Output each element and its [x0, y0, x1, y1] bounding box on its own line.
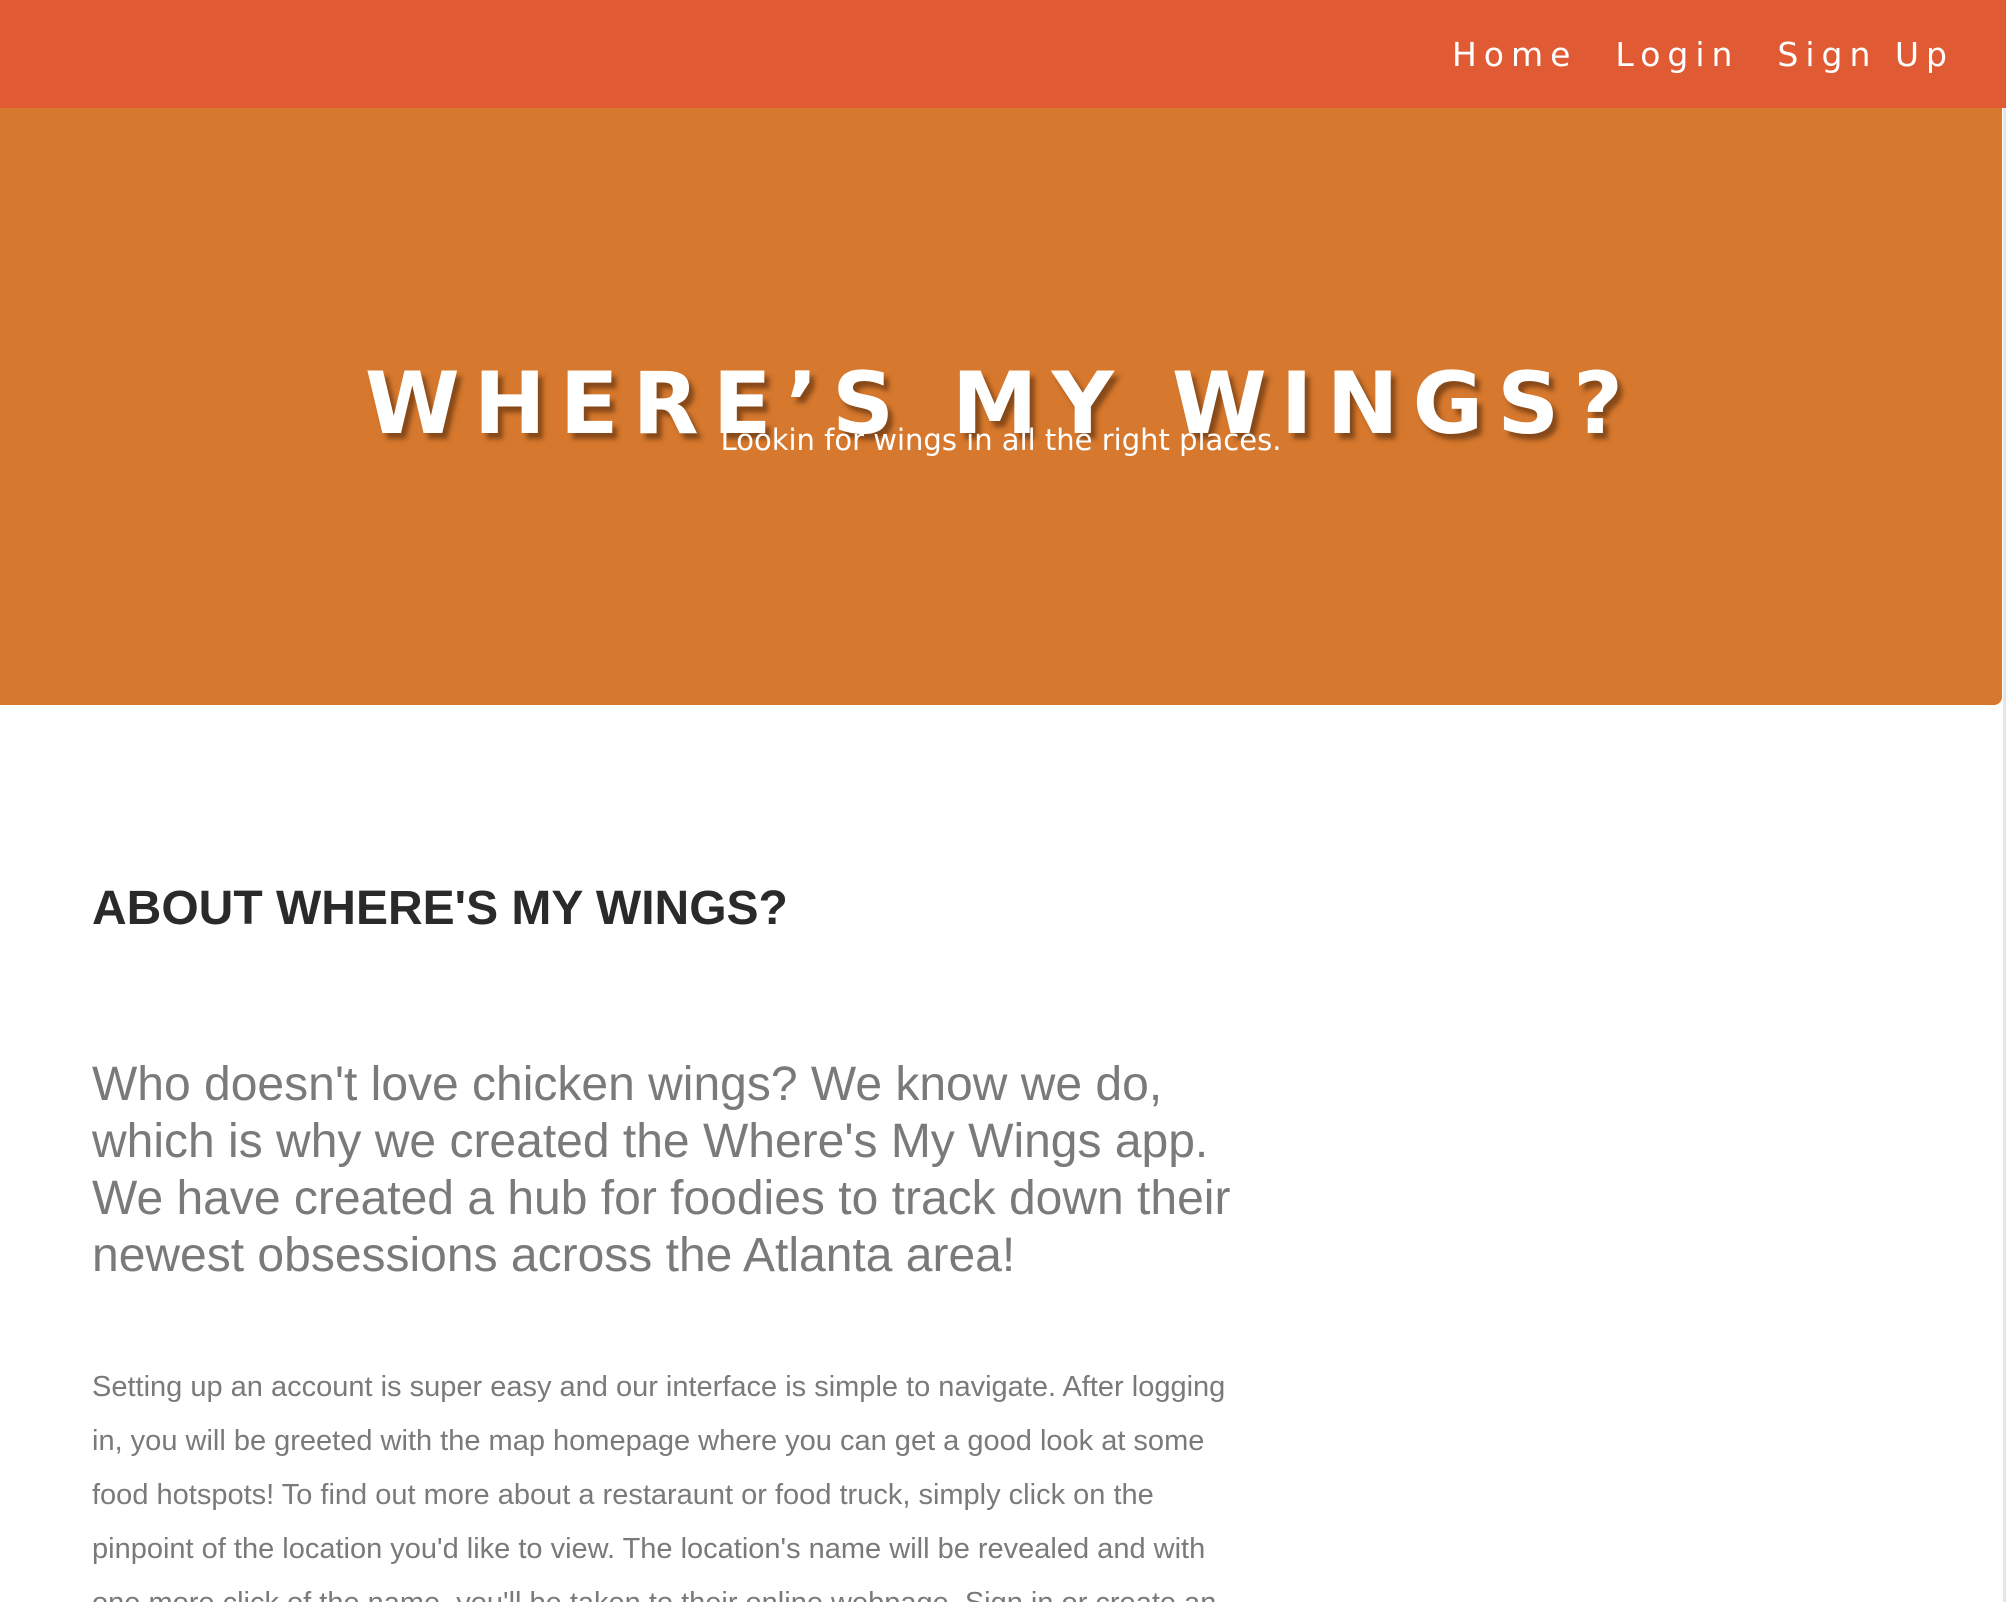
nav-links: Home Login Sign Up: [1452, 0, 1954, 108]
about-body-line: food hotspots! To find out more about a …: [92, 1479, 1154, 1511]
about-heading: ABOUT WHERE'S MY WINGS?: [92, 882, 788, 935]
top-navbar: Home Login Sign Up: [0, 0, 2006, 108]
about-body-line: one more click of the name, you'll be ta…: [92, 1576, 1292, 1602]
hero-banner: WHERE’S MY WINGS? Lookin for wings in al…: [0, 108, 2002, 705]
about-section: ABOUT WHERE'S MY WINGS? Who doesn't love…: [92, 880, 1292, 1602]
nav-link-sign-up[interactable]: Sign Up: [1777, 35, 1954, 74]
about-lead-line: Who doesn't love chicken wings? We know …: [92, 1058, 1163, 1111]
about-body-line: in, you will be greeted with the map hom…: [92, 1425, 1205, 1457]
hero-subtitle: Lookin for wings in all the right places…: [720, 423, 1282, 457]
about-body-line: Setting up an account is super easy and …: [92, 1371, 1226, 1403]
about-body-line: pinpoint of the location you'd like to v…: [92, 1533, 1206, 1565]
about-body-paragraph: Setting up an account is super easy and …: [92, 1360, 1292, 1602]
about-lead-paragraph: Who doesn't love chicken wings? We know …: [92, 1056, 1292, 1284]
nav-link-login[interactable]: Login: [1615, 35, 1739, 74]
about-lead-line: We have created a hub for foodies to tra…: [92, 1172, 1231, 1225]
page: Home Login Sign Up WHERE’S MY WINGS? Loo…: [0, 0, 2006, 1602]
nav-link-home[interactable]: Home: [1452, 35, 1577, 74]
about-lead-line: newest obsessions across the Atlanta are…: [92, 1229, 1016, 1282]
about-lead-line: which is why we created the Where's My W…: [92, 1115, 1209, 1168]
